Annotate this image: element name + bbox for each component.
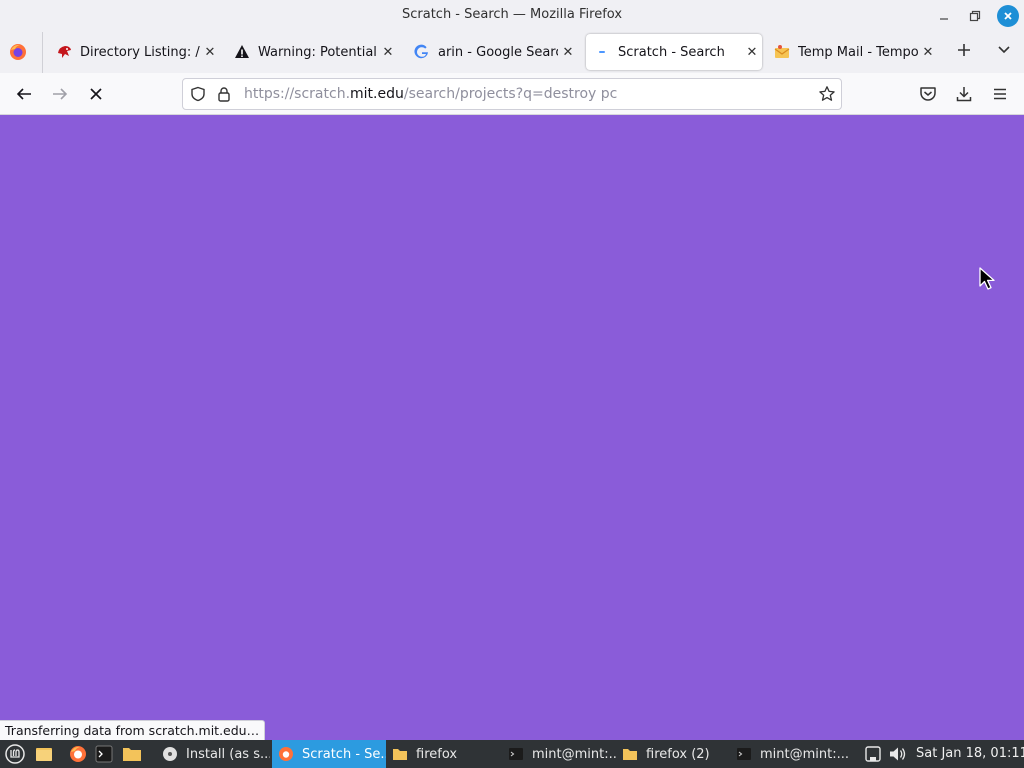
warning-icon — [234, 44, 250, 60]
taskbar-item-label: Scratch - Se... — [302, 746, 386, 762]
terminal-icon — [736, 746, 752, 762]
close-tab-icon[interactable]: ✕ — [918, 45, 938, 60]
close-tab-icon[interactable]: ✕ — [742, 45, 762, 60]
stop-button[interactable] — [85, 83, 107, 105]
tab-scratch-search[interactable]: Scratch - Search ✕ — [586, 34, 762, 70]
tab-label: Scratch - Search — [618, 44, 725, 60]
taskbar-item-firefox-folder[interactable]: firefox — [386, 740, 500, 768]
terminal-launcher[interactable] — [94, 744, 114, 764]
status-panel: Transferring data from scratch.mit.edu… — [0, 720, 266, 741]
tab-directory-listing[interactable]: Directory Listing: /p ✕ — [48, 34, 220, 70]
tab-warning[interactable]: Warning: Potential S ✕ — [226, 34, 398, 70]
tracking-protection-shield-icon[interactable] — [190, 86, 206, 106]
app-menu-button[interactable] — [989, 83, 1011, 105]
volume-tray-icon[interactable] — [888, 745, 908, 767]
tab-label: arin - Google Search — [438, 44, 558, 60]
taskbar-item-scratch-search[interactable]: Scratch - Se... — [272, 740, 386, 768]
minimize-icon — [940, 18, 948, 20]
close-tab-icon[interactable]: ✕ — [378, 45, 398, 60]
tab-google-search[interactable]: arin - Google Search ✕ — [406, 34, 578, 70]
url-path: /search/projects?q=destroy pc — [403, 86, 618, 102]
google-icon — [414, 44, 430, 60]
mouse-cursor-icon — [978, 266, 998, 296]
close-tab-icon[interactable]: ✕ — [558, 45, 578, 60]
close-icon — [1004, 12, 1012, 20]
close-window-button[interactable] — [997, 5, 1019, 27]
tab-label: Warning: Potential S — [258, 44, 378, 60]
minimize-button[interactable] — [933, 5, 955, 27]
list-all-tabs-button[interactable] — [994, 42, 1014, 62]
window-title: Scratch - Search — Mozilla Firefox — [401, 7, 623, 22]
taskbar-item-label: mint@mint:... — [532, 746, 616, 762]
window-titlebar: Scratch - Search — Mozilla Firefox — [0, 0, 1024, 32]
files-launcher[interactable] — [122, 744, 142, 764]
firefox-icon — [70, 746, 86, 762]
tab-label: Directory Listing: /p — [80, 44, 200, 60]
firefox-view-button[interactable] — [8, 42, 28, 62]
desktop-folder-icon — [36, 748, 52, 761]
new-tab-button[interactable] — [954, 42, 974, 62]
tab-label: Temp Mail - Tempor — [798, 44, 918, 60]
forward-button[interactable] — [49, 83, 71, 105]
taskbar: Install (as s... Scratch - Se... firefox… — [0, 740, 1024, 768]
red-bird-icon — [56, 44, 72, 60]
close-tab-icon[interactable]: ✕ — [200, 45, 220, 60]
taskbar-item-install[interactable]: Install (as s... — [156, 740, 270, 768]
folder-icon — [622, 746, 638, 762]
disc-icon — [162, 746, 178, 762]
back-button[interactable] — [13, 83, 35, 105]
taskbar-item-label: Install (as s... — [186, 746, 270, 762]
tab-temp-mail[interactable]: Temp Mail - Tempor ✕ — [766, 34, 938, 70]
firefox-icon — [278, 746, 294, 762]
terminal-icon — [508, 746, 524, 762]
mail-icon — [774, 44, 790, 60]
terminal-icon — [95, 745, 113, 763]
url-host: mit.edu — [350, 86, 404, 102]
download-icon — [956, 87, 972, 102]
network-tray-icon[interactable] — [864, 745, 882, 767]
taskbar-item-firefox-folder-2[interactable]: firefox (2) — [616, 740, 730, 768]
mint-menu-button[interactable] — [5, 744, 25, 764]
tab-strip: Directory Listing: /p ✕ Warning: Potenti… — [0, 32, 1024, 73]
stop-x-icon — [90, 88, 102, 100]
taskbar-item-label: firefox (2) — [646, 746, 710, 762]
arrow-right-icon — [53, 88, 68, 100]
page-content[interactable] — [0, 115, 1024, 740]
url-prefix: https://scratch. — [244, 86, 351, 102]
arrow-left-icon — [16, 88, 31, 100]
firefox-icon — [10, 44, 26, 60]
folder-icon — [123, 748, 141, 761]
taskbar-item-terminal-1[interactable]: mint@mint:... — [502, 740, 616, 768]
tab-divider — [42, 32, 43, 73]
mint-logo-icon — [5, 744, 25, 764]
pocket-button[interactable] — [917, 83, 939, 105]
plus-icon — [958, 44, 970, 56]
folder-icon — [392, 746, 408, 762]
navigation-toolbar: https://scratch.mit.edu/search/projects?… — [0, 73, 1024, 115]
taskbar-clock[interactable]: Sat Jan 18, 01:11 — [916, 746, 1024, 761]
maximize-button[interactable] — [964, 5, 986, 27]
taskbar-item-terminal-2[interactable]: mint@mint:... — [730, 740, 850, 768]
lock-icon[interactable] — [216, 86, 232, 106]
scratch-icon — [594, 44, 610, 60]
taskbar-item-label: firefox — [416, 746, 458, 762]
pocket-icon — [920, 87, 936, 101]
url-bar[interactable]: https://scratch.mit.edu/search/projects?… — [182, 78, 842, 110]
show-desktop-button[interactable] — [34, 744, 54, 764]
restore-icon — [969, 10, 981, 22]
bookmark-star-icon[interactable] — [818, 85, 836, 107]
downloads-button[interactable] — [953, 83, 975, 105]
firefox-launcher[interactable] — [68, 744, 88, 764]
hamburger-menu-icon — [994, 88, 1006, 100]
taskbar-item-label: mint@mint:... — [760, 746, 850, 762]
url-text[interactable]: https://scratch.mit.edu/search/projects?… — [244, 86, 617, 102]
chevron-down-icon — [998, 46, 1010, 54]
